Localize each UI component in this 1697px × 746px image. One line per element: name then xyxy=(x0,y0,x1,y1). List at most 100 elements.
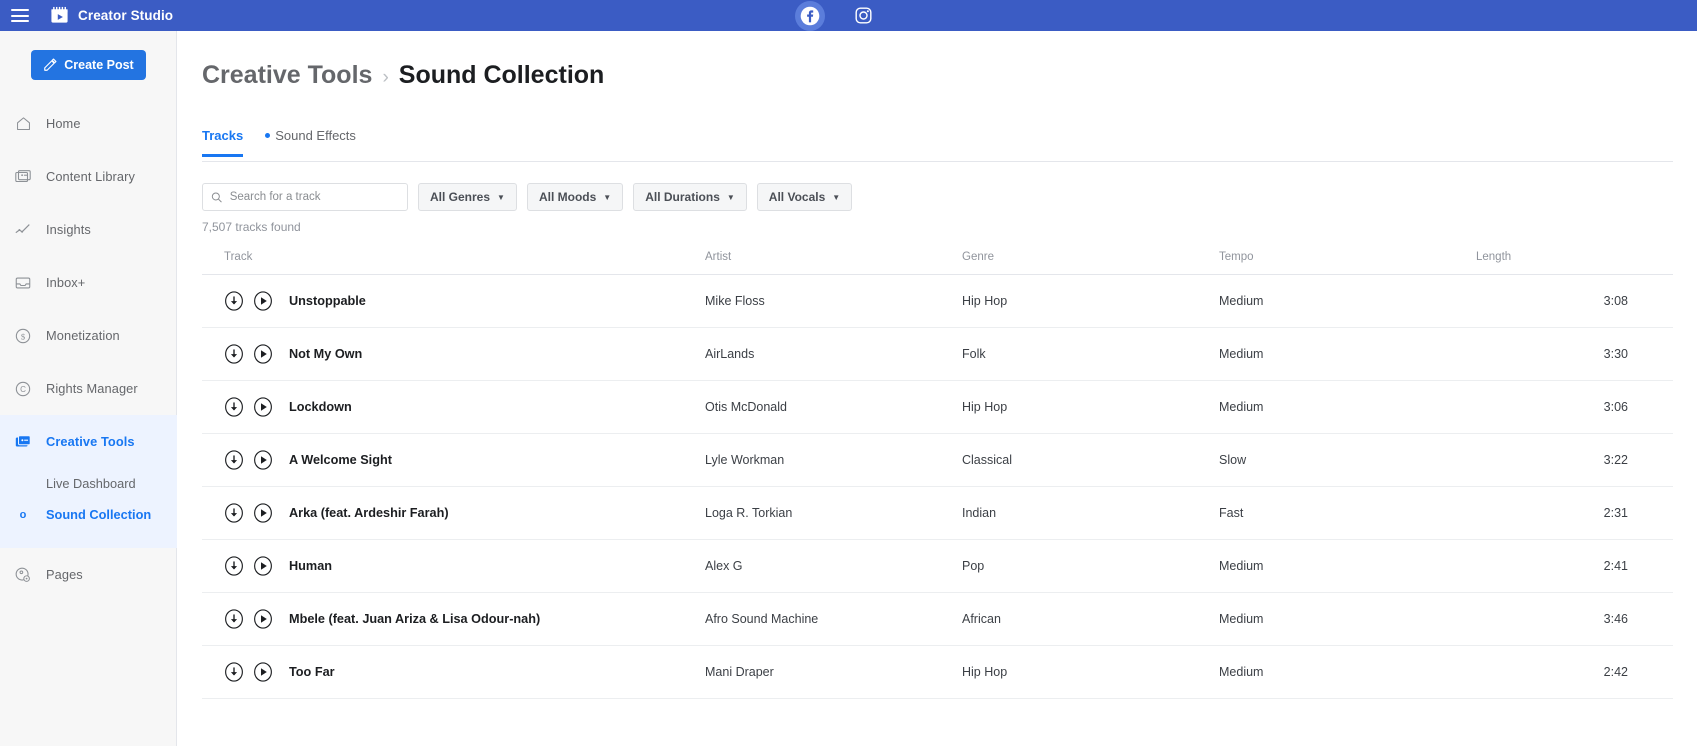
insights-chart-icon xyxy=(8,221,38,239)
new-badge-dot-icon xyxy=(265,133,271,138)
play-icon[interactable] xyxy=(253,609,273,629)
genre-cell: Classical xyxy=(962,433,1219,487)
filter-label: All Moods xyxy=(538,190,597,204)
instagram-icon[interactable] xyxy=(848,1,878,31)
download-icon[interactable] xyxy=(224,397,244,417)
home-icon xyxy=(8,115,38,132)
column-header-tempo: Tempo xyxy=(1219,242,1476,275)
vocals-filter-button[interactable]: All Vocals ▼ xyxy=(756,183,853,211)
tempo-cell: Slow xyxy=(1219,433,1476,487)
inbox-icon xyxy=(8,274,38,292)
sidebar-item-monetization[interactable]: $ Monetization xyxy=(0,309,177,362)
track-cell: Mbele (feat. Juan Ariza & Lisa Odour-nah… xyxy=(202,592,705,646)
genre-filter-button[interactable]: All Genres ▼ xyxy=(418,183,517,211)
table-row[interactable]: Too Far Mani Draper Hip Hop Medium 2:42 xyxy=(202,645,1673,699)
genre-cell: Hip Hop xyxy=(962,645,1219,699)
social-network-switcher xyxy=(795,0,878,31)
sidebar-item-creative-tools[interactable]: Creative Tools xyxy=(0,415,177,468)
sidebar-item-label: Rights Manager xyxy=(46,381,138,396)
chevron-down-icon: ▼ xyxy=(726,192,735,202)
download-icon[interactable] xyxy=(224,450,244,470)
copyright-icon: C xyxy=(8,380,38,398)
play-icon[interactable] xyxy=(253,397,273,417)
search-box[interactable] xyxy=(202,183,408,211)
tab-sound-effects[interactable]: Sound Effects xyxy=(265,128,356,154)
sidebar: Create Post Home Content Library Insight… xyxy=(0,31,177,746)
length-cell: 2:31 xyxy=(1476,486,1673,540)
download-icon[interactable] xyxy=(224,503,244,523)
play-icon[interactable] xyxy=(253,556,273,576)
length-cell: 3:08 xyxy=(1476,274,1673,328)
length-cell: 2:42 xyxy=(1476,645,1673,699)
play-icon[interactable] xyxy=(253,344,273,364)
track-title: Not My Own xyxy=(289,347,363,361)
tempo-cell: Medium xyxy=(1219,592,1476,646)
column-header-track: Track xyxy=(202,242,705,275)
table-row[interactable]: Not My Own AirLands Folk Medium 3:30 xyxy=(202,327,1673,381)
length-cell: 2:41 xyxy=(1476,539,1673,593)
download-icon[interactable] xyxy=(224,609,244,629)
search-icon xyxy=(211,191,222,202)
artist-cell: Loga R. Torkian xyxy=(705,486,962,540)
table-row[interactable]: Arka (feat. Ardeshir Farah) Loga R. Tork… xyxy=(202,486,1673,540)
column-header-genre: Genre xyxy=(962,242,1219,275)
breadcrumb-parent[interactable]: Creative Tools xyxy=(202,61,372,90)
play-icon[interactable] xyxy=(253,291,273,311)
sidebar-item-rights-manager[interactable]: C Rights Manager xyxy=(0,362,177,415)
svg-text:$: $ xyxy=(21,331,26,341)
sidebar-item-pages[interactable]: Pages xyxy=(0,548,177,601)
column-header-length: Length xyxy=(1476,242,1673,275)
top-bar: Creator Studio xyxy=(0,0,1697,31)
sidebar-item-live-dashboard[interactable]: Live Dashboard xyxy=(0,468,177,499)
track-title: Mbele (feat. Juan Ariza & Lisa Odour-nah… xyxy=(289,612,541,626)
artist-cell: Mike Floss xyxy=(705,274,962,328)
search-input[interactable] xyxy=(229,191,399,203)
sidebar-item-label: Monetization xyxy=(46,328,120,343)
table-header-row: Track Artist Genre Tempo Length xyxy=(202,242,1673,275)
artist-cell: Otis McDonald xyxy=(705,380,962,434)
table-row[interactable]: Unstoppable Mike Floss Hip Hop Medium 3:… xyxy=(202,274,1673,328)
chevron-down-icon: ▼ xyxy=(603,192,612,202)
table-row[interactable]: Mbele (feat. Juan Ariza & Lisa Odour-nah… xyxy=(202,592,1673,646)
sidebar-item-inbox[interactable]: Inbox+ xyxy=(0,256,177,309)
download-icon[interactable] xyxy=(224,556,244,576)
table-row[interactable]: A Welcome Sight Lyle Workman Classical S… xyxy=(202,433,1673,487)
sidebar-item-home[interactable]: Home xyxy=(0,97,177,150)
play-icon[interactable] xyxy=(253,503,273,523)
hamburger-menu-icon[interactable] xyxy=(11,9,29,22)
genre-cell: Indian xyxy=(962,486,1219,540)
play-icon[interactable] xyxy=(253,450,273,470)
play-icon[interactable] xyxy=(253,662,273,682)
sidebar-item-label: Home xyxy=(46,116,81,131)
track-cell: Human xyxy=(202,539,705,593)
brand[interactable]: Creator Studio xyxy=(50,6,173,25)
tracks-table: Track Artist Genre Tempo Length Unstoppa xyxy=(202,242,1673,699)
tempo-cell: Medium xyxy=(1219,380,1476,434)
genre-cell: African xyxy=(962,592,1219,646)
library-icon xyxy=(8,168,38,186)
duration-filter-button[interactable]: All Durations ▼ xyxy=(633,183,747,211)
sidebar-item-content-library[interactable]: Content Library xyxy=(0,150,177,203)
dollar-icon: $ xyxy=(8,327,38,345)
sidebar-item-sound-collection[interactable]: o Sound Collection xyxy=(0,499,177,530)
result-count: 7,507 tracks found xyxy=(202,220,301,234)
main-content: Creative Tools › Sound Collection Tracks… xyxy=(178,31,1697,746)
tempo-cell: Medium xyxy=(1219,645,1476,699)
sidebar-group-creative-tools: Creative Tools Live Dashboard o Sound Co… xyxy=(0,415,177,548)
create-post-label: Create Post xyxy=(64,58,134,72)
brand-name: Creator Studio xyxy=(78,8,174,23)
compose-icon xyxy=(44,58,57,71)
download-icon[interactable] xyxy=(224,291,244,311)
table-row[interactable]: Human Alex G Pop Medium 2:41 xyxy=(202,539,1673,593)
mood-filter-button[interactable]: All Moods ▼ xyxy=(526,183,624,211)
sidebar-item-label: Content Library xyxy=(46,169,135,184)
sidebar-item-insights[interactable]: Insights xyxy=(0,203,177,256)
create-post-button[interactable]: Create Post xyxy=(31,50,146,80)
facebook-icon[interactable] xyxy=(795,0,825,31)
download-icon[interactable] xyxy=(224,662,244,682)
track-title: A Welcome Sight xyxy=(289,453,392,467)
download-icon[interactable] xyxy=(224,344,244,364)
track-cell: Too Far xyxy=(202,645,705,699)
tab-tracks[interactable]: Tracks xyxy=(202,128,244,157)
table-row[interactable]: Lockdown Otis McDonald Hip Hop Medium 3:… xyxy=(202,380,1673,434)
